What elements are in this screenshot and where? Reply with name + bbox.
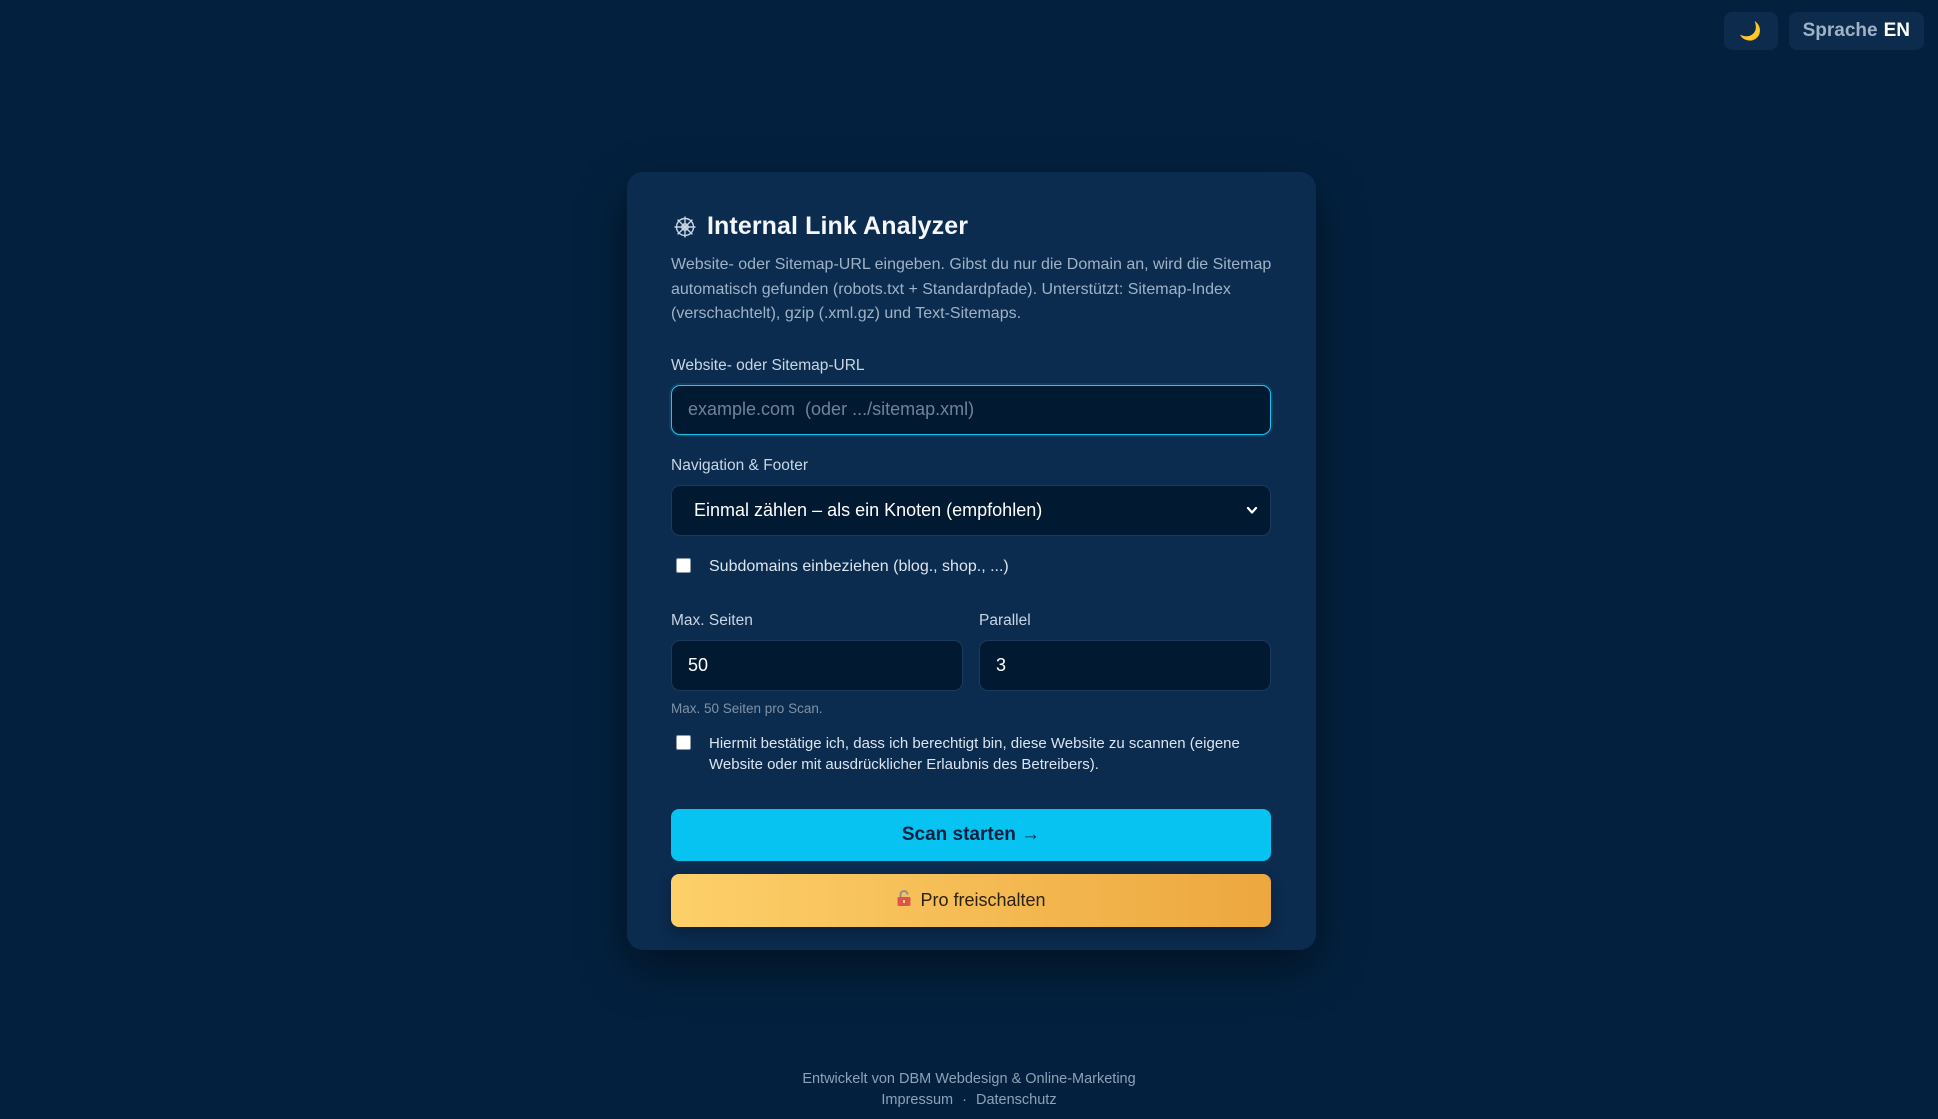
max-pages-label: Max. Seiten bbox=[671, 611, 753, 629]
max-pages-group: Max. Seiten bbox=[671, 612, 963, 691]
consent-label[interactable]: Hiermit bestätige ich, dass ich berechti… bbox=[709, 733, 1266, 776]
page-title: Internal Link Analyzer bbox=[707, 212, 969, 240]
unlock-icon bbox=[896, 889, 912, 912]
parallel-group: Parallel bbox=[979, 612, 1271, 691]
analyzer-card: Internal Link Analyzer Website- oder Sit… bbox=[627, 172, 1316, 950]
moon-icon: 🌙 bbox=[1739, 20, 1762, 41]
subdomains-option: Subdomains einbeziehen (blog., shop., ..… bbox=[676, 556, 1272, 578]
subdomains-label[interactable]: Subdomains einbeziehen (blog., shop., ..… bbox=[709, 556, 1009, 578]
url-field-group: Website- oder Sitemap-URL bbox=[671, 357, 1272, 435]
url-field-label: Website- oder Sitemap-URL bbox=[671, 356, 865, 374]
topbar: 🌙 Sprache EN bbox=[1723, 12, 1924, 50]
parallel-input[interactable] bbox=[979, 639, 1271, 691]
pro-unlock-label: Pro freischalten bbox=[920, 889, 1046, 910]
scan-start-button[interactable]: Scan starten → bbox=[671, 808, 1271, 861]
chevron-down-icon bbox=[1245, 503, 1259, 522]
url-input[interactable] bbox=[671, 384, 1271, 435]
pro-unlock-button[interactable]: Pro freischalten bbox=[671, 873, 1271, 927]
footer-credit: Entwickelt von DBM Webdesign & Online-Ma… bbox=[802, 1071, 1136, 1087]
nav-footer-group: Navigation & Footer Einmal zählen – als … bbox=[671, 457, 1272, 536]
limits-row: Max. Seiten Parallel bbox=[671, 612, 1272, 691]
subdomains-checkbox[interactable] bbox=[676, 557, 691, 573]
parallel-label: Parallel bbox=[979, 611, 1031, 629]
network-icon bbox=[673, 215, 697, 239]
card-header: Internal Link Analyzer bbox=[673, 212, 1272, 241]
nav-footer-select-value[interactable]: Einmal zählen – als ein Knoten (empfohle… bbox=[671, 484, 1271, 536]
footer-links: Impressum · Datenschutz bbox=[0, 1090, 1938, 1111]
language-code: EN bbox=[1883, 20, 1910, 41]
page-footer: Entwickelt von DBM Webdesign & Online-Ma… bbox=[0, 1069, 1938, 1111]
language-label: Sprache bbox=[1802, 20, 1878, 41]
max-pages-hint: Max. 50 Seiten pro Scan. bbox=[671, 700, 823, 716]
nav-footer-select[interactable]: Einmal zählen – als ein Knoten (empfohle… bbox=[671, 484, 1271, 536]
impressum-link[interactable]: Impressum bbox=[881, 1092, 953, 1108]
datenschutz-link[interactable]: Datenschutz bbox=[976, 1092, 1057, 1108]
theme-toggle-button[interactable]: 🌙 bbox=[1723, 12, 1778, 50]
nav-footer-label: Navigation & Footer bbox=[671, 456, 808, 474]
consent-checkbox[interactable] bbox=[676, 734, 691, 750]
max-pages-input[interactable] bbox=[671, 639, 963, 691]
language-switch-button[interactable]: Sprache EN bbox=[1788, 12, 1924, 50]
consent-option: Hiermit bestätige ich, dass ich berechti… bbox=[676, 733, 1266, 776]
description: Website- oder Sitemap-URL eingeben. Gibs… bbox=[671, 256, 1272, 322]
footer-separator: · bbox=[962, 1092, 967, 1108]
